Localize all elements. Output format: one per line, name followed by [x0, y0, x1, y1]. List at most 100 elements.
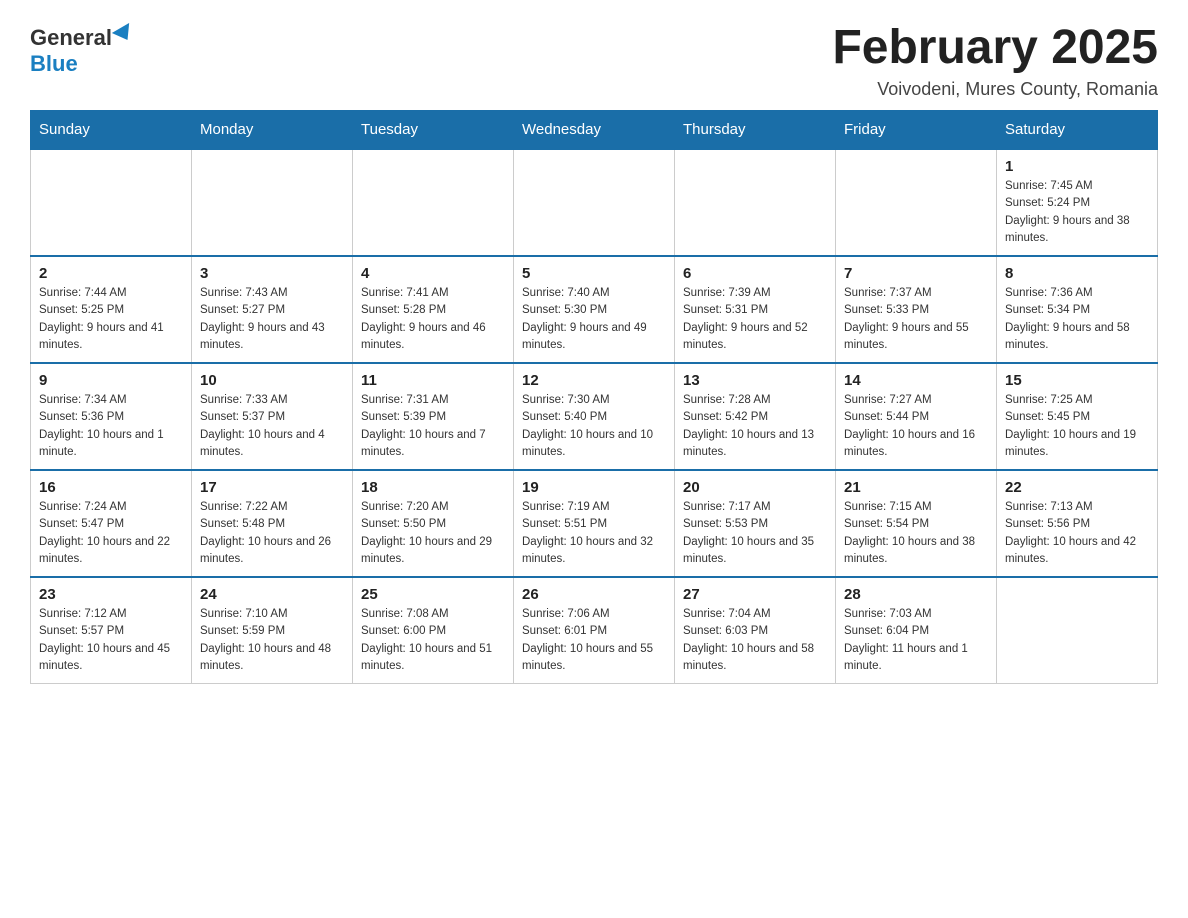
day-number: 15: [1005, 372, 1149, 389]
day-info: Sunrise: 7:22 AMSunset: 5:48 PMDaylight:…: [200, 499, 344, 568]
calendar-header-row: SundayMondayTuesdayWednesdayThursdayFrid…: [31, 111, 1158, 150]
calendar-cell: [31, 149, 192, 256]
day-of-week-header: Thursday: [675, 111, 836, 150]
logo-arrow-icon: [112, 23, 136, 45]
day-number: 26: [522, 586, 666, 603]
day-number: 4: [361, 265, 505, 282]
calendar-cell: [353, 149, 514, 256]
day-number: 5: [522, 265, 666, 282]
day-info: Sunrise: 7:08 AMSunset: 6:00 PMDaylight:…: [361, 606, 505, 675]
day-info: Sunrise: 7:27 AMSunset: 5:44 PMDaylight:…: [844, 392, 988, 461]
day-info: Sunrise: 7:25 AMSunset: 5:45 PMDaylight:…: [1005, 392, 1149, 461]
calendar-cell: 18 Sunrise: 7:20 AMSunset: 5:50 PMDayligh…: [353, 470, 514, 577]
day-number: 17: [200, 479, 344, 496]
month-title: February 2025: [832, 20, 1158, 75]
day-info: Sunrise: 7:31 AMSunset: 5:39 PMDaylight:…: [361, 392, 505, 461]
day-of-week-header: Monday: [192, 111, 353, 150]
day-number: 7: [844, 265, 988, 282]
day-number: 11: [361, 372, 505, 389]
day-info: Sunrise: 7:10 AMSunset: 5:59 PMDaylight:…: [200, 606, 344, 675]
day-info: Sunrise: 7:12 AMSunset: 5:57 PMDaylight:…: [39, 606, 183, 675]
day-number: 10: [200, 372, 344, 389]
day-info: Sunrise: 7:44 AMSunset: 5:25 PMDaylight:…: [39, 285, 183, 354]
day-info: Sunrise: 7:19 AMSunset: 5:51 PMDaylight:…: [522, 499, 666, 568]
day-number: 12: [522, 372, 666, 389]
calendar-cell: 2 Sunrise: 7:44 AMSunset: 5:25 PMDaylight…: [31, 256, 192, 363]
day-info: Sunrise: 7:06 AMSunset: 6:01 PMDaylight:…: [522, 606, 666, 675]
day-number: 20: [683, 479, 827, 496]
day-number: 8: [1005, 265, 1149, 282]
day-info: Sunrise: 7:13 AMSunset: 5:56 PMDaylight:…: [1005, 499, 1149, 568]
calendar-week-row: 2 Sunrise: 7:44 AMSunset: 5:25 PMDaylight…: [31, 256, 1158, 363]
day-number: 19: [522, 479, 666, 496]
day-number: 16: [39, 479, 183, 496]
calendar-cell: 15 Sunrise: 7:25 AMSunset: 5:45 PMDayligh…: [997, 363, 1158, 470]
day-info: Sunrise: 7:36 AMSunset: 5:34 PMDaylight:…: [1005, 285, 1149, 354]
location-title: Voivodeni, Mures County, Romania: [832, 79, 1158, 100]
calendar-week-row: 1Sunrise: 7:45 AMSunset: 5:24 PMDaylight…: [31, 149, 1158, 256]
day-info: Sunrise: 7:41 AMSunset: 5:28 PMDaylight:…: [361, 285, 505, 354]
calendar-cell: 16 Sunrise: 7:24 AMSunset: 5:47 PMDayligh…: [31, 470, 192, 577]
day-number: 6: [683, 265, 827, 282]
calendar-cell: [997, 577, 1158, 684]
calendar-cell: 22 Sunrise: 7:13 AMSunset: 5:56 PMDayligh…: [997, 470, 1158, 577]
title-area: February 2025 Voivodeni, Mures County, R…: [832, 20, 1158, 100]
calendar-cell: 11 Sunrise: 7:31 AMSunset: 5:39 PMDayligh…: [353, 363, 514, 470]
calendar-week-row: 9Sunrise: 7:34 AMSunset: 5:36 PMDaylight…: [31, 363, 1158, 470]
day-number: 18: [361, 479, 505, 496]
calendar-cell: 9Sunrise: 7:34 AMSunset: 5:36 PMDaylight…: [31, 363, 192, 470]
calendar-cell: 21 Sunrise: 7:15 AMSunset: 5:54 PMDayligh…: [836, 470, 997, 577]
calendar-cell: 26 Sunrise: 7:06 AMSunset: 6:01 PMDayligh…: [514, 577, 675, 684]
calendar-table: SundayMondayTuesdayWednesdayThursdayFrid…: [30, 110, 1158, 684]
day-of-week-header: Saturday: [997, 111, 1158, 150]
day-info: Sunrise: 7:04 AMSunset: 6:03 PMDaylight:…: [683, 606, 827, 675]
calendar-cell: 4 Sunrise: 7:41 AMSunset: 5:28 PMDaylight…: [353, 256, 514, 363]
day-number: 22: [1005, 479, 1149, 496]
calendar-cell: 14 Sunrise: 7:27 AMSunset: 5:44 PMDayligh…: [836, 363, 997, 470]
day-info: Sunrise: 7:30 AMSunset: 5:40 PMDaylight:…: [522, 392, 666, 461]
day-info: Sunrise: 7:24 AMSunset: 5:47 PMDaylight:…: [39, 499, 183, 568]
day-number: 1: [1005, 158, 1149, 175]
day-of-week-header: Sunday: [31, 111, 192, 150]
calendar-week-row: 16 Sunrise: 7:24 AMSunset: 5:47 PMDayligh…: [31, 470, 1158, 577]
day-info: Sunrise: 7:20 AMSunset: 5:50 PMDaylight:…: [361, 499, 505, 568]
calendar-cell: 17 Sunrise: 7:22 AMSunset: 5:48 PMDayligh…: [192, 470, 353, 577]
day-info: Sunrise: 7:15 AMSunset: 5:54 PMDaylight:…: [844, 499, 988, 568]
calendar-cell: 6 Sunrise: 7:39 AMSunset: 5:31 PMDaylight…: [675, 256, 836, 363]
logo-general-text: General: [30, 25, 112, 51]
calendar-cell: 25Sunrise: 7:08 AMSunset: 6:00 PMDayligh…: [353, 577, 514, 684]
day-number: 28: [844, 586, 988, 603]
day-info: Sunrise: 7:28 AMSunset: 5:42 PMDaylight:…: [683, 392, 827, 461]
day-of-week-header: Friday: [836, 111, 997, 150]
day-info: Sunrise: 7:40 AMSunset: 5:30 PMDaylight:…: [522, 285, 666, 354]
day-info: Sunrise: 7:37 AMSunset: 5:33 PMDaylight:…: [844, 285, 988, 354]
calendar-cell: 19 Sunrise: 7:19 AMSunset: 5:51 PMDayligh…: [514, 470, 675, 577]
calendar-cell: 5 Sunrise: 7:40 AMSunset: 5:30 PMDaylight…: [514, 256, 675, 363]
calendar-cell: [514, 149, 675, 256]
calendar-cell: 27Sunrise: 7:04 AMSunset: 6:03 PMDayligh…: [675, 577, 836, 684]
logo: General Blue: [30, 20, 134, 77]
calendar-cell: 23Sunrise: 7:12 AMSunset: 5:57 PMDayligh…: [31, 577, 192, 684]
day-number: 13: [683, 372, 827, 389]
calendar-cell: 8 Sunrise: 7:36 AMSunset: 5:34 PMDaylight…: [997, 256, 1158, 363]
day-number: 24: [200, 586, 344, 603]
calendar-cell: 24 Sunrise: 7:10 AMSunset: 5:59 PMDayligh…: [192, 577, 353, 684]
day-of-week-header: Tuesday: [353, 111, 514, 150]
day-info: Sunrise: 7:34 AMSunset: 5:36 PMDaylight:…: [39, 392, 183, 461]
day-number: 21: [844, 479, 988, 496]
calendar-cell: 10 Sunrise: 7:33 AMSunset: 5:37 PMDayligh…: [192, 363, 353, 470]
calendar-cell: 1Sunrise: 7:45 AMSunset: 5:24 PMDaylight…: [997, 149, 1158, 256]
calendar-week-row: 23Sunrise: 7:12 AMSunset: 5:57 PMDayligh…: [31, 577, 1158, 684]
calendar-cell: 20Sunrise: 7:17 AMSunset: 5:53 PMDayligh…: [675, 470, 836, 577]
day-info: Sunrise: 7:43 AMSunset: 5:27 PMDaylight:…: [200, 285, 344, 354]
calendar-cell: [836, 149, 997, 256]
day-number: 14: [844, 372, 988, 389]
day-number: 2: [39, 265, 183, 282]
day-info: Sunrise: 7:33 AMSunset: 5:37 PMDaylight:…: [200, 392, 344, 461]
page-header: General Blue February 2025 Voivodeni, Mu…: [30, 20, 1158, 100]
calendar-cell: 3Sunrise: 7:43 AMSunset: 5:27 PMDaylight…: [192, 256, 353, 363]
day-info: Sunrise: 7:03 AMSunset: 6:04 PMDaylight:…: [844, 606, 988, 675]
calendar-cell: [192, 149, 353, 256]
calendar-cell: [675, 149, 836, 256]
day-info: Sunrise: 7:39 AMSunset: 5:31 PMDaylight:…: [683, 285, 827, 354]
